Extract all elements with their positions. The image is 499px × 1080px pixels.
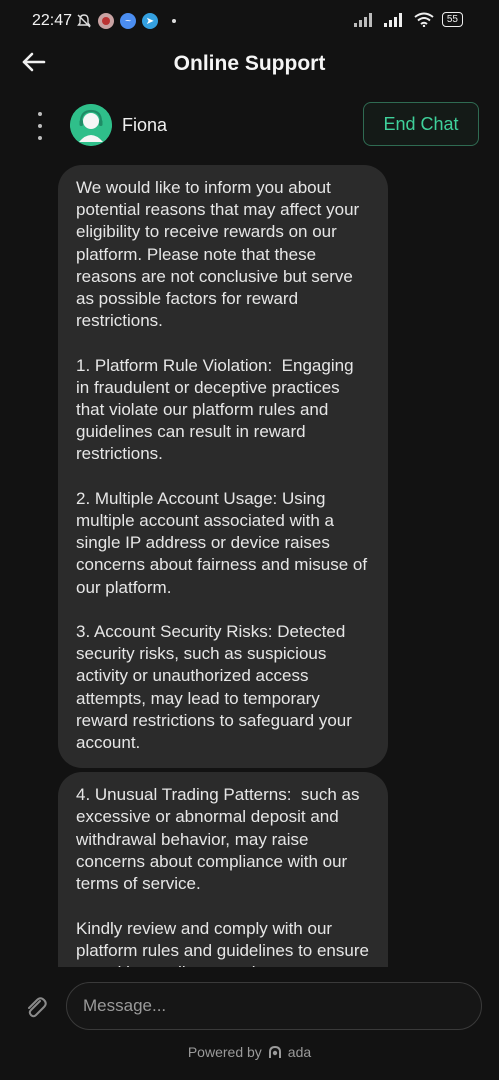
app-notification-icon bbox=[98, 13, 114, 29]
telegram-icon: ➤ bbox=[142, 13, 158, 29]
message-bubble: We would like to inform you about potent… bbox=[58, 165, 388, 769]
paperclip-icon[interactable] bbox=[22, 994, 50, 1022]
end-chat-button[interactable]: End Chat bbox=[363, 102, 479, 146]
signal-icon bbox=[353, 12, 372, 27]
powered-by-brand: ada bbox=[287, 1044, 312, 1060]
status-bar: 22:47 ~ ➤ 55 bbox=[0, 0, 499, 44]
message-input[interactable] bbox=[66, 982, 482, 1030]
agent-avatar-icon bbox=[70, 104, 112, 146]
page-title: Online Support bbox=[173, 52, 326, 75]
dot-icon bbox=[172, 19, 176, 23]
signal-icon bbox=[383, 12, 402, 27]
composer bbox=[0, 980, 499, 1036]
agent-name: Fiona bbox=[122, 115, 168, 135]
avatar bbox=[70, 104, 112, 146]
status-time: 22:47 bbox=[32, 12, 73, 29]
message-bubble: 4. Unusual Trading Patterns: such as exc… bbox=[58, 772, 388, 967]
ada-logo-icon bbox=[268, 1045, 281, 1058]
powered-by: Powered by ada bbox=[0, 1044, 499, 1060]
messenger-icon: ~ bbox=[120, 13, 136, 29]
app-bar: Online Support bbox=[0, 40, 499, 88]
agent-bar: Fiona End Chat bbox=[0, 100, 499, 152]
mute-bell-icon bbox=[77, 14, 91, 28]
powered-by-label: Powered by bbox=[187, 1044, 262, 1060]
wifi-icon bbox=[414, 12, 434, 27]
message-list[interactable]: We would like to inform you about potent… bbox=[58, 165, 388, 967]
kebab-menu-icon[interactable] bbox=[32, 112, 48, 140]
battery-icon: 55 bbox=[441, 12, 463, 27]
